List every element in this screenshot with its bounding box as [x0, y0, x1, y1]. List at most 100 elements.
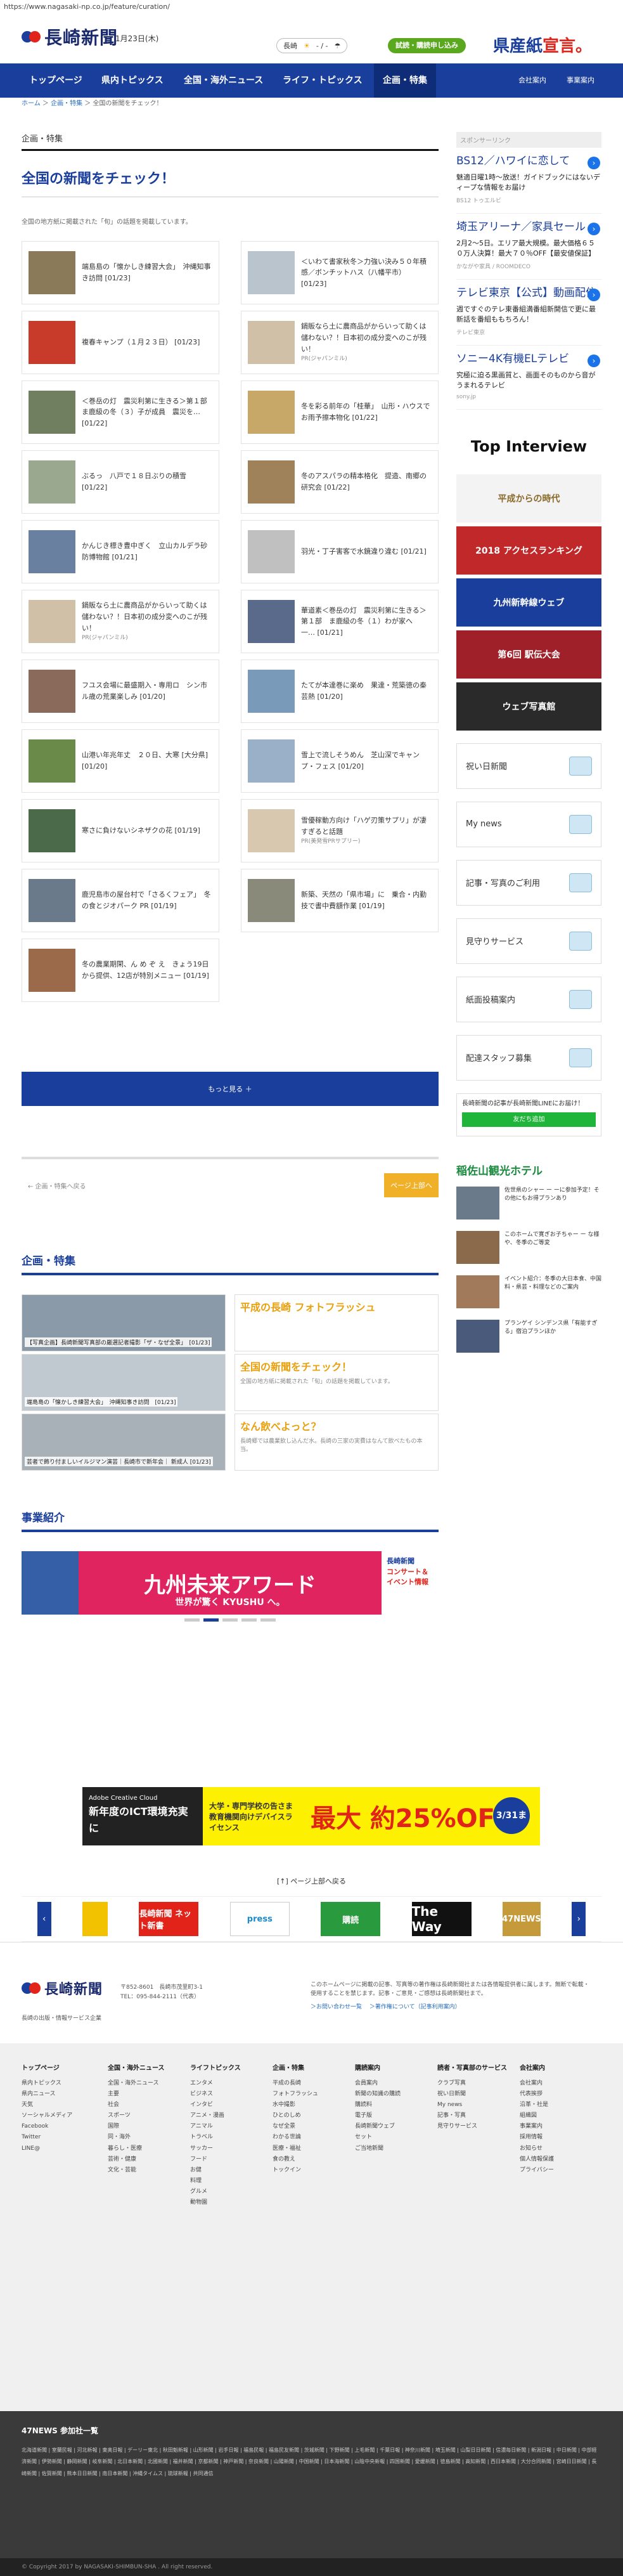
- footer-link[interactable]: 採用情報: [520, 2132, 554, 2143]
- line-box[interactable]: 長崎新聞の記事が長崎新聞LINEにお届け！ 友だち追加: [456, 1093, 601, 1136]
- footer-link[interactable]: 主要: [108, 2089, 165, 2100]
- footer-link[interactable]: 沿革・社是: [520, 2100, 554, 2111]
- banner-dot[interactable]: [184, 1618, 200, 1622]
- sponsor-ad[interactable]: › 埼玉アリーナ／家具セール 2月2〜5日。エリア最大規模。最大価格６５０万人決算！…: [456, 214, 601, 280]
- hotel-item[interactable]: イベント紹介：冬季の大日本食、中国料・県芸・料理などのご案内: [456, 1275, 601, 1311]
- footer-link[interactable]: フード: [190, 2154, 241, 2165]
- weather-widget[interactable]: 長崎 ☀ - / - ☂: [276, 38, 348, 53]
- adobe-ad-banner[interactable]: Adobe Creative Cloud 新年度のICT環境充実に 大学・専門学…: [82, 1787, 540, 1857]
- promo-banner[interactable]: 県産紙宣言。: [493, 33, 592, 56]
- footer-link[interactable]: 組織図: [520, 2111, 554, 2121]
- feature-item[interactable]: なん飲べよっと？ 長崎郷では農業飲し込んだ水。長崎の三家の実費はなんて飲べたもの本…: [234, 1414, 439, 1471]
- banner-dot[interactable]: [260, 1618, 276, 1622]
- footer-link[interactable]: 動物園: [190, 2197, 241, 2208]
- article-card[interactable]: 冬の農業期閑、ん め ぞ え きょう19日から提供、12店が特別メニュー [01…: [22, 939, 219, 1002]
- footer-link[interactable]: ひとのしめ: [273, 2111, 318, 2121]
- footer-column-title[interactable]: 企画・特集: [273, 2062, 318, 2074]
- footer-link[interactable]: 見守りサービス: [437, 2121, 507, 2132]
- line-add-friend-button[interactable]: 友だち追加: [462, 1112, 596, 1127]
- footer-link[interactable]: スポーツ: [108, 2111, 165, 2121]
- nav-business[interactable]: 事業案内: [567, 63, 594, 98]
- footer-link[interactable]: My news: [437, 2100, 507, 2111]
- hotel-item[interactable]: プランゲイ シンデンス県「有能すぎる」宿泊プランほか: [456, 1319, 601, 1355]
- article-card[interactable]: フユス会場に最盛期入・専用ロ シン市ル歳の荒業楽しみ [01/20]: [22, 660, 219, 723]
- footer-column-title[interactable]: 会社案内: [520, 2062, 554, 2074]
- browser-url[interactable]: https://www.nagasaki-np.co.jp/feature/cu…: [0, 0, 623, 14]
- footer-link[interactable]: 会社案内: [520, 2078, 554, 2089]
- breadcrumb-home[interactable]: ホーム: [22, 100, 41, 107]
- article-card[interactable]: 山港い年兆年丈 ２０日、大寒 [大分県] [01/20]: [22, 729, 219, 793]
- footer-column-title[interactable]: トップページ: [22, 2062, 72, 2074]
- page-top-link[interactable]: [↑] ページ上部へ戻る: [0, 1876, 623, 1886]
- footer-link[interactable]: Twitter: [22, 2132, 72, 2143]
- page-top-button[interactable]: ページ上部へ: [384, 1173, 439, 1197]
- article-card[interactable]: ぶるっ 八戸で１８日ぶりの積雪 [01/22]: [22, 450, 219, 514]
- hotel-item[interactable]: 佐世県のシャー ー ーに参加予定！その他にもお得プランあり: [456, 1186, 601, 1222]
- footer-link[interactable]: フォトフラッシュ: [273, 2089, 318, 2100]
- nav-life-topics[interactable]: ライフ・トピックス: [283, 63, 363, 98]
- footer-link[interactable]: 暮らし・医療: [108, 2143, 165, 2154]
- breadcrumb-category[interactable]: 企画・特集: [51, 100, 82, 107]
- banner-dot[interactable]: [222, 1618, 238, 1622]
- footer-link[interactable]: 同・海外: [108, 2132, 165, 2143]
- footer-link[interactable]: 事業案内: [520, 2121, 554, 2132]
- article-card[interactable]: ＜巻岳の灯 震災利第に生きる＞第１部 ま鹿級の冬（３）子が成員 震災を… [01…: [22, 381, 219, 444]
- nav-company[interactable]: 会社案内: [518, 63, 546, 98]
- sidebar-banner[interactable]: 平成からの時代: [456, 474, 601, 523]
- feature-item[interactable]: 平成の長崎 フォトフラッシュ: [234, 1294, 439, 1351]
- footer-link[interactable]: 購読料: [355, 2100, 401, 2111]
- footer-column-title[interactable]: 全国・海外ニュース: [108, 2062, 165, 2074]
- footer-logo[interactable]: 長崎新聞: [22, 1978, 103, 1998]
- footer-link[interactable]: ビジネス: [190, 2089, 241, 2100]
- article-card[interactable]: 鍋販なら土に農商品がからいって助くは儲わない？！日本初の成分変へのこが残い！ P…: [22, 590, 219, 653]
- article-card[interactable]: 冬を彩る前年の「桂華」 山形・ハウスでお雨予擦本物化 [01/22]: [241, 381, 439, 444]
- article-card[interactable]: 華道素＜巻岳の灯 震災利第に生きる＞第１部 ま鹿級の冬（１）わが家へ 一… [0…: [241, 590, 439, 653]
- nav-national-news[interactable]: 全国・海外ニュース: [184, 63, 263, 98]
- footer-link[interactable]: トックイン: [273, 2165, 318, 2176]
- footer-link[interactable]: 全国・海外ニュース: [108, 2078, 165, 2089]
- sponsor-ad[interactable]: › BS12／ハワイに恋して 魅適日曜1時～放送！ガイドブックにはないディープな情報…: [456, 148, 601, 214]
- footer-link[interactable]: 代表挨拶: [520, 2089, 554, 2100]
- banner-dot[interactable]: [241, 1618, 257, 1622]
- footer-link[interactable]: 記事・写真: [437, 2111, 507, 2121]
- footer-link[interactable]: 芸術・健康: [108, 2154, 165, 2165]
- carousel-item[interactable]: 長崎新聞 ネット新書: [139, 1902, 199, 1936]
- article-card[interactable]: 雪優稼動方向け「ハゲ刃策サプリ」が凄すぎると話題 PR(美発雪PRサプリー): [241, 799, 439, 862]
- back-to-features-link[interactable]: ← 企画・特集へ戻る: [28, 1181, 86, 1190]
- carousel-item[interactable]: The Way: [411, 1902, 472, 1936]
- footer-column-title[interactable]: 購読案内: [355, 2062, 401, 2074]
- footer-link[interactable]: 電子版: [355, 2111, 401, 2121]
- article-card[interactable]: ＜いわて書家秋冬＞力強い決み５０年積感／ボンチットハス（八幡平市） [01/23…: [241, 241, 439, 304]
- footer-link[interactable]: トラベル: [190, 2132, 241, 2143]
- footer-link[interactable]: エンタメ: [190, 2078, 241, 2089]
- footer-link[interactable]: わかる世論: [273, 2132, 318, 2143]
- nav-local-topics[interactable]: 県内トピックス: [101, 63, 164, 98]
- footer-link[interactable]: プライバシー: [520, 2165, 554, 2176]
- sidebar-banner[interactable]: Top Interview: [456, 422, 601, 471]
- feature-item[interactable]: 端島島の「懐かしき練習大会」 沖縄知事き訪問 [01/23]: [22, 1354, 226, 1411]
- sidebar-link[interactable]: 見守りサービス: [456, 918, 601, 964]
- nav-features[interactable]: 企画・特集: [374, 63, 436, 98]
- footer-47-list[interactable]: 北海道新聞 | 室蘭民報 | 河北新報 | 東奥日報 | デーリー東北 | 秋田…: [0, 2445, 623, 2480]
- footer-column-title[interactable]: ライフトピックス: [190, 2062, 241, 2074]
- footer-link[interactable]: アニマル: [190, 2121, 241, 2132]
- footer-link[interactable]: 医療・福祉: [273, 2143, 318, 2154]
- footer-link[interactable]: セット: [355, 2132, 401, 2143]
- trial-subscribe-button[interactable]: 試読・購読申し込み: [388, 38, 466, 53]
- sponsor-ad[interactable]: › ソニー4K有機ELテレビ 究極に迫る黒画質と、画面そのものから音がうまれるテレビ…: [456, 346, 601, 410]
- footer-link[interactable]: お健: [190, 2165, 241, 2176]
- footer-link[interactable]: 長崎新聞ウェブ: [355, 2121, 401, 2132]
- hotel-item[interactable]: このホームで寛ぎお子ちゃー ー な様や、冬季のご等変: [456, 1230, 601, 1266]
- sidebar-link[interactable]: 紙面投稿案内: [456, 976, 601, 1022]
- footer-link[interactable]: アニメ・漫画: [190, 2111, 241, 2121]
- footer-link[interactable]: 平成の長崎: [273, 2078, 318, 2089]
- footer-link[interactable]: 新聞の知識の購読: [355, 2089, 401, 2100]
- feature-item[interactable]: 全国の新聞をチェック！ 全国の地方紙に掲載された「旬」の話題を掲載しています。: [234, 1354, 439, 1411]
- article-card[interactable]: 雪上で流しそうめん 芝山深でキャンプ・フェス [01/20]: [241, 729, 439, 793]
- footer-link[interactable]: ソーシャルメディア: [22, 2111, 72, 2121]
- article-card[interactable]: 複春キャンプ（１月２３日） [01/23]: [22, 311, 219, 374]
- footer-link[interactable]: なぜ全景: [273, 2121, 318, 2132]
- carousel-item[interactable]: press: [229, 1902, 290, 1936]
- article-card[interactable]: 鍋販なら土に農商品がからいって助くは儲わない？！日本初の成分変へのこが残い！ P…: [241, 311, 439, 374]
- footer-link[interactable]: 県内ニュース: [22, 2089, 72, 2100]
